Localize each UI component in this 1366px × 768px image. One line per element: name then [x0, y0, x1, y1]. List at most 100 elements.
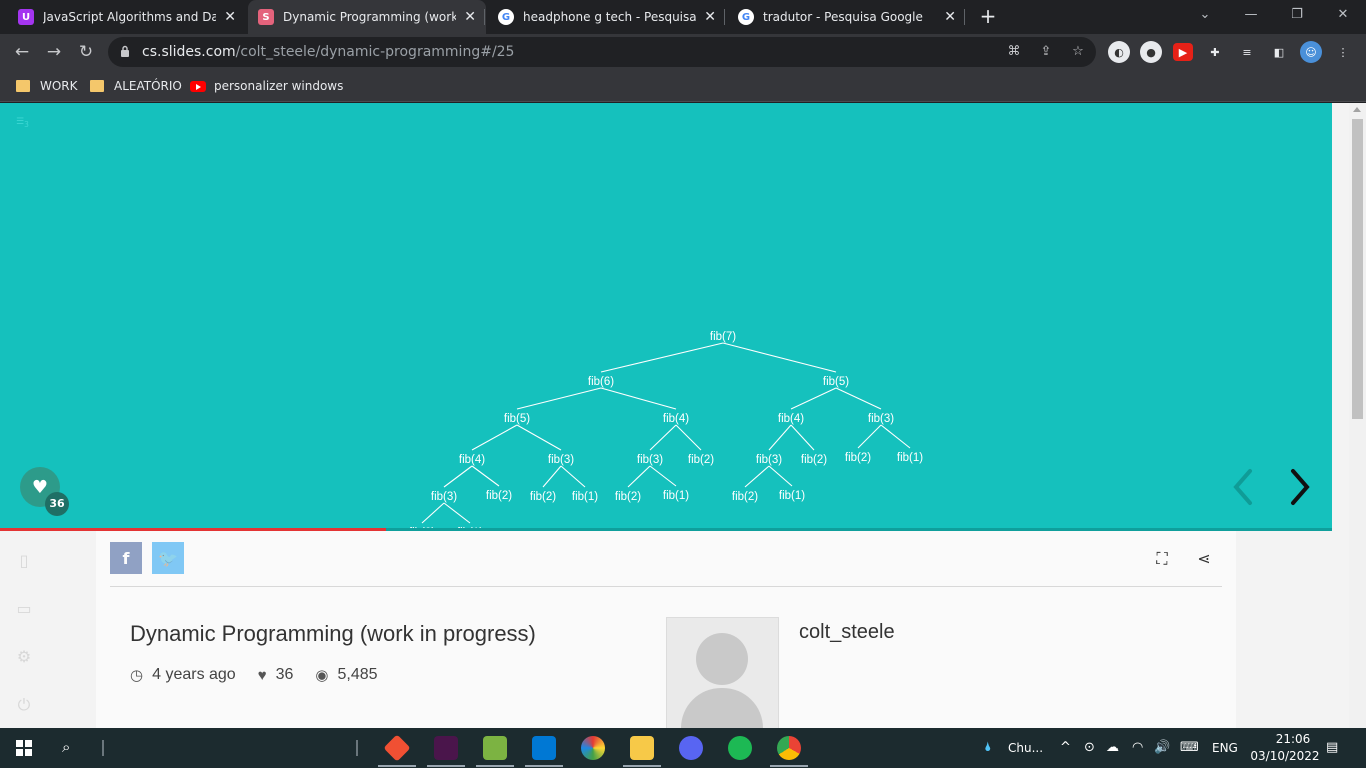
- udemy-icon: U: [18, 9, 34, 25]
- extensions-puzzle-icon[interactable]: ✚: [1204, 41, 1226, 63]
- discord-app-icon[interactable]: [679, 736, 703, 760]
- notifications-icon[interactable]: ▤: [1326, 740, 1338, 755]
- tree-edge: [768, 424, 792, 451]
- tree-node-label: fib(7): [710, 331, 736, 343]
- bookmark-personalizer[interactable]: personalizer windows: [190, 76, 343, 96]
- bookmark-work[interactable]: WORK: [16, 76, 78, 96]
- folder-icon: [90, 80, 104, 92]
- translate-icon[interactable]: ⌘: [1006, 44, 1022, 60]
- share-icon[interactable]: ⋖: [1194, 549, 1214, 569]
- slack-app-icon[interactable]: [434, 736, 458, 760]
- notepad-app-icon[interactable]: [483, 736, 507, 760]
- facebook-share-button[interactable]: f: [110, 542, 142, 574]
- git-app-icon[interactable]: [383, 734, 411, 762]
- scroll-up-arrow[interactable]: [1353, 107, 1361, 112]
- windows-start-icon[interactable]: [16, 740, 32, 756]
- page-scrollbar[interactable]: [1349, 103, 1366, 728]
- tree-edge: [649, 465, 677, 487]
- tab-title: Dynamic Programming (work in p: [283, 10, 457, 24]
- keyboard-icon[interactable]: ⌨: [1180, 740, 1199, 755]
- menu-kebab-icon[interactable]: ⋮: [1332, 41, 1354, 63]
- bookmark-aleatorio[interactable]: ALEATÓRIO: [90, 76, 182, 96]
- next-slide-arrow[interactable]: [1285, 467, 1315, 507]
- share-row: f 🐦: [110, 542, 184, 574]
- tab-title: JavaScript Algorithms and Data S: [43, 10, 217, 24]
- extension-record-icon[interactable]: ●: [1140, 41, 1162, 63]
- tree-edge: [722, 342, 837, 373]
- weather-text[interactable]: Chu...: [1008, 741, 1043, 755]
- fullscreen-icon[interactable]: ⛶: [1152, 549, 1172, 569]
- avatar-head: [696, 633, 748, 685]
- youtube-icon: [190, 80, 206, 92]
- color-app-icon[interactable]: [581, 736, 605, 760]
- bookmark-label: ALEATÓRIO: [114, 79, 182, 93]
- tray-chevron-icon[interactable]: ^: [1060, 740, 1071, 755]
- prev-slide-arrow[interactable]: [1228, 467, 1258, 507]
- chrome-app-icon[interactable]: [777, 736, 801, 760]
- browser-tab[interactable]: Gtradutor - Pesquisa Google ✕: [728, 0, 966, 34]
- tree-node-label: fib(1): [663, 490, 689, 502]
- tree-edge: [880, 424, 911, 449]
- active-indicator: [770, 765, 808, 767]
- tree-edge: [471, 424, 518, 451]
- author-avatar[interactable]: [666, 617, 779, 728]
- google-icon: G: [498, 9, 514, 25]
- address-bar[interactable]: cs.slides.com/colt_steele/dynamic-progra…: [108, 37, 1096, 67]
- volume-icon[interactable]: 🔊: [1154, 740, 1170, 755]
- close-tab-icon[interactable]: ✕: [704, 9, 716, 25]
- bookmark-star-icon[interactable]: ☆: [1070, 44, 1086, 60]
- side-panel-icon[interactable]: ◧: [1268, 41, 1290, 63]
- browser-tab[interactable]: Gheadphone g tech - Pesquisa Go ✕: [488, 0, 726, 34]
- tree-node-label: fib(1): [572, 491, 598, 503]
- tree-node-label: fib(3): [431, 491, 457, 503]
- wifi-icon[interactable]: ◠: [1132, 740, 1143, 755]
- sidebar-document-icon[interactable]: ▯: [14, 551, 34, 571]
- file-explorer-icon[interactable]: [630, 736, 654, 760]
- close-tab-icon[interactable]: ✕: [224, 9, 236, 25]
- onedrive-icon[interactable]: ☁: [1106, 740, 1119, 755]
- url-text: cs.slides.com/colt_steele/dynamic-progra…: [142, 37, 514, 67]
- meet-icon[interactable]: ⊙: [1084, 740, 1095, 755]
- browser-tab[interactable]: S Dynamic Programming (work in p ✕: [248, 0, 486, 34]
- tab-search-icon[interactable]: ⌄: [1182, 0, 1228, 30]
- forward-button[interactable]: →: [42, 40, 66, 64]
- sidebar-image-icon[interactable]: ▭: [14, 599, 34, 619]
- profile-avatar[interactable]: ☺: [1300, 41, 1322, 63]
- tree-edge: [516, 424, 562, 451]
- scroll-thumb[interactable]: [1352, 119, 1363, 419]
- language-indicator[interactable]: ENG: [1212, 741, 1238, 755]
- browser-tab[interactable]: U JavaScript Algorithms and Data S ✕: [8, 0, 246, 34]
- google-icon: G: [738, 9, 754, 25]
- sidebar-settings-icon[interactable]: ⚙: [14, 647, 34, 667]
- active-indicator: [623, 765, 661, 767]
- back-button[interactable]: ←: [10, 40, 34, 64]
- browser-toolbar: ← → ↻ cs.slides.com/colt_steele/dynamic-…: [0, 34, 1366, 70]
- vscode-app-icon[interactable]: [532, 736, 556, 760]
- clock-time[interactable]: 21:06: [1264, 732, 1322, 746]
- restore-button[interactable]: ❐: [1274, 0, 1320, 30]
- sidebar-power-icon[interactable]: ⏻: [14, 695, 34, 715]
- reload-button[interactable]: ↻: [74, 40, 98, 64]
- tree-edge: [627, 465, 651, 488]
- share-icon[interactable]: ⇪: [1038, 44, 1054, 60]
- close-tab-icon[interactable]: ✕: [464, 9, 476, 25]
- tree-node-label: fib(1): [779, 490, 805, 502]
- active-indicator: [378, 765, 416, 767]
- extension-mouse-icon[interactable]: ◐: [1108, 41, 1130, 63]
- clock-date[interactable]: 03/10/2022: [1250, 749, 1320, 763]
- author-name[interactable]: colt_steele: [799, 621, 895, 644]
- tab-separator: [724, 9, 725, 25]
- new-tab-button[interactable]: +: [976, 4, 1000, 28]
- media-controls-icon[interactable]: ≡: [1236, 41, 1258, 63]
- twitter-share-button[interactable]: 🐦: [152, 542, 184, 574]
- tab-title: tradutor - Pesquisa Google: [763, 10, 923, 24]
- search-icon[interactable]: ⌕: [62, 738, 70, 756]
- close-window-button[interactable]: ✕: [1320, 0, 1366, 30]
- active-indicator: [476, 765, 514, 767]
- close-tab-icon[interactable]: ✕: [944, 9, 956, 25]
- minimize-button[interactable]: —: [1228, 0, 1274, 30]
- extension-youtube-icon[interactable]: ▶: [1173, 43, 1193, 61]
- weather-icon[interactable]: 🌢: [984, 740, 992, 755]
- spotify-app-icon[interactable]: [728, 736, 752, 760]
- tree-node-label: fib(2): [486, 490, 512, 502]
